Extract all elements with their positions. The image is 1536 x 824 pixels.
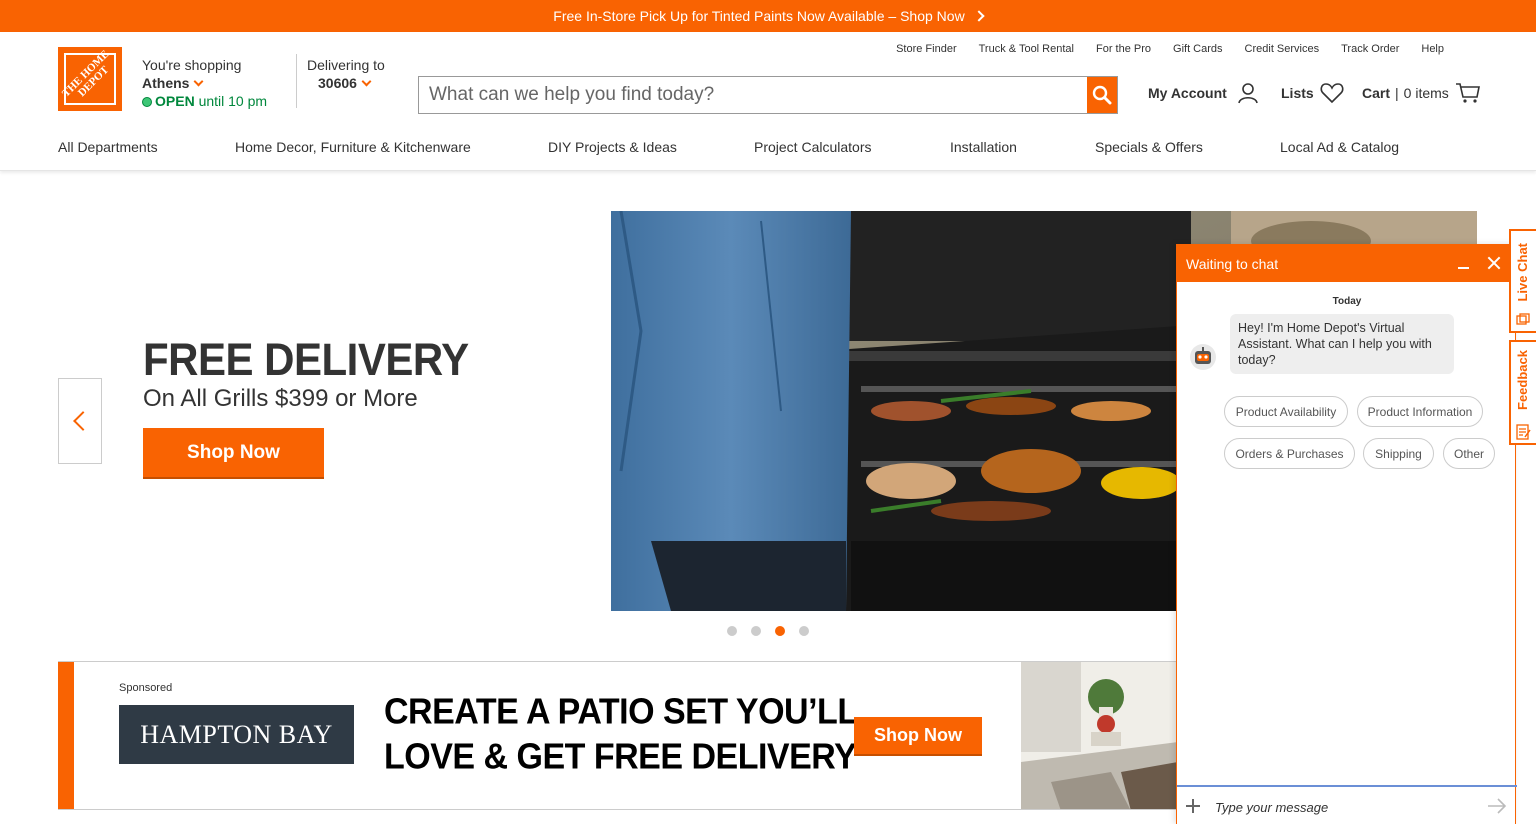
search-input[interactable] (419, 77, 1087, 113)
hero-prev-button[interactable] (58, 378, 102, 464)
utility-link-track-order[interactable]: Track Order (1341, 43, 1399, 55)
carousel-dot-4[interactable] (799, 626, 809, 636)
attach-plus-icon[interactable] (1186, 799, 1200, 813)
promo-text[interactable]: Free In-Store Pick Up for Tinted Paints … (553, 8, 964, 24)
chat-option-product-availability[interactable]: Product Availability (1224, 396, 1348, 427)
utility-link-truck-tool-rental[interactable]: Truck & Tool Rental (979, 43, 1074, 55)
my-account-label: My Account (1148, 85, 1227, 101)
chat-bubbles-icon (1516, 313, 1530, 325)
cart-count: 0 items (1403, 85, 1449, 101)
close-icon[interactable] (1487, 256, 1501, 270)
bot-avatar-icon (1190, 344, 1216, 370)
feedback-tab[interactable]: Feedback (1509, 340, 1536, 445)
chat-message-input[interactable] (1215, 795, 1465, 819)
chat-option-shipping[interactable]: Shipping (1363, 438, 1434, 469)
chat-title: Waiting to chat (1186, 255, 1279, 272)
hero-title: FREE DELIVERY (143, 334, 469, 385)
cart-separator: | (1395, 85, 1399, 101)
store-selector[interactable]: You're shopping Athens OPEN until 10 pm (142, 56, 267, 110)
utility-link-store-finder[interactable]: Store Finder (896, 43, 957, 55)
user-icon (1238, 83, 1258, 104)
chat-date-divider: Today (1332, 296, 1362, 307)
sponsored-headline-line2: LOVE & GET FREE DELIVERY (384, 737, 857, 777)
carousel-dot-3[interactable] (775, 626, 785, 636)
utility-link-help[interactable]: Help (1421, 43, 1444, 55)
chat-bot-message: Hey! I'm Home Depot's Virtual Assistant.… (1230, 314, 1454, 374)
my-account-button[interactable]: My Account (1148, 82, 1259, 104)
chat-option-other[interactable]: Other (1443, 438, 1495, 469)
feedback-label: Feedback (1515, 350, 1530, 410)
minimize-icon[interactable] (1458, 267, 1469, 269)
search-bar (418, 76, 1118, 114)
nav-local-ad-catalog[interactable]: Local Ad & Catalog (1280, 139, 1399, 155)
send-arrow-icon[interactable] (1487, 798, 1507, 814)
cart-label: Cart (1362, 85, 1391, 101)
carousel-dot-1[interactable] (727, 626, 737, 636)
nav-installation[interactable]: Installation (950, 139, 1017, 155)
sponsored-headline: CREATE A PATIO SET YOU’LL LOVE & GET FRE… (384, 690, 858, 780)
nav-project-calculators[interactable]: Project Calculators (754, 139, 872, 155)
lists-label: Lists (1281, 85, 1314, 101)
sponsored-banner[interactable]: Sponsored HAMPTON BAY CREATE A PATIO SET… (58, 661, 1178, 810)
sponsored-label: Sponsored (119, 682, 173, 694)
chevron-down-icon (361, 76, 372, 87)
utility-link-gift-cards[interactable]: Gift Cards (1173, 43, 1223, 55)
store-status: OPEN (155, 93, 195, 109)
chat-header: Waiting to chat (1177, 245, 1515, 282)
nav-specials-offers[interactable]: Specials & Offers (1095, 139, 1203, 155)
open-status-icon (142, 97, 152, 107)
chevron-down-icon (194, 76, 204, 87)
search-button[interactable] (1087, 77, 1117, 113)
hampton-bay-logo: HAMPTON BAY (119, 705, 354, 764)
patio-image (1021, 662, 1177, 809)
home-depot-logo[interactable]: THE HOME DEPOT (58, 47, 122, 111)
hero-shop-now-button[interactable]: Shop Now (143, 428, 324, 479)
heart-icon (1320, 83, 1344, 104)
utility-link-for-the-pro[interactable]: For the Pro (1096, 43, 1151, 55)
chat-widget: Waiting to chat Today Hey! I'm Home Depo… (1176, 244, 1517, 824)
hero-subtitle: On All Grills $399 or More (143, 385, 418, 412)
feedback-form-icon (1516, 424, 1531, 440)
promo-banner[interactable]: Free In-Store Pick Up for Tinted Paints … (0, 0, 1536, 32)
site-header: THE HOME DEPOT You're shopping Athens OP… (0, 32, 1536, 171)
chat-composer (1177, 785, 1517, 824)
banner-accent-stripe (58, 662, 74, 809)
sponsored-shop-now-button[interactable]: Shop Now (854, 717, 982, 756)
nav-home-decor[interactable]: Home Decor, Furniture & Kitchenware (235, 139, 471, 155)
hero-carousel-dots (727, 626, 809, 636)
chevron-left-icon (73, 411, 93, 431)
utility-links: Store Finder Truck & Tool Rental For the… (896, 43, 1444, 55)
delivery-zip-selector[interactable]: Delivering to 30606 (307, 56, 385, 92)
patio-photo (1021, 662, 1177, 809)
header-divider (296, 54, 297, 108)
store-city[interactable]: Athens (142, 75, 189, 91)
store-hours: until 10 pm (198, 93, 268, 109)
lists-button[interactable]: Lists (1281, 82, 1344, 104)
utility-link-credit-services[interactable]: Credit Services (1245, 43, 1320, 55)
cart-button[interactable]: Cart | 0 items (1362, 82, 1481, 104)
delivery-zip[interactable]: 30606 (318, 75, 357, 91)
sponsored-headline-line1: CREATE A PATIO SET YOU’LL (384, 691, 858, 732)
carousel-dot-2[interactable] (751, 626, 761, 636)
nav-diy-projects[interactable]: DIY Projects & Ideas (548, 139, 677, 155)
nav-all-departments[interactable]: All Departments (58, 139, 158, 155)
chat-option-product-information[interactable]: Product Information (1357, 396, 1483, 427)
delivery-label: Delivering to (307, 57, 385, 73)
search-icon (1092, 85, 1112, 105)
chevron-right-icon (973, 10, 985, 22)
live-chat-tab[interactable]: Live Chat (1509, 229, 1536, 333)
store-label: You're shopping (142, 57, 242, 73)
cart-icon (1455, 83, 1480, 103)
live-chat-label: Live Chat (1515, 243, 1530, 302)
chat-option-orders-purchases[interactable]: Orders & Purchases (1224, 438, 1355, 469)
